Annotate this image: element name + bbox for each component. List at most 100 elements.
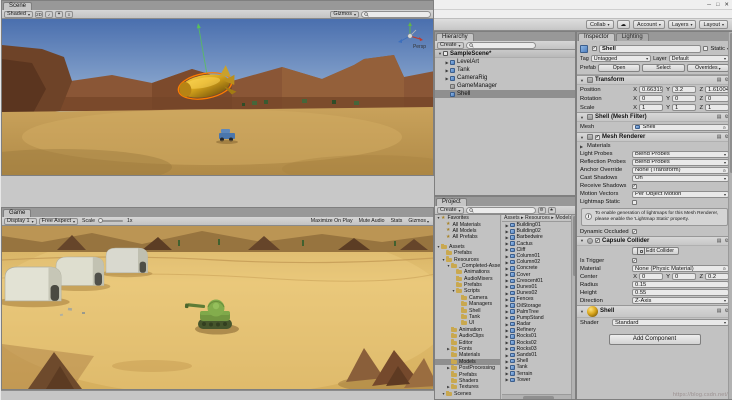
caret-down-icon[interactable]: ▾ — [724, 160, 726, 165]
foldout-open-icon[interactable]: ▼ — [580, 78, 585, 83]
tab-game[interactable]: Game — [3, 209, 31, 217]
prefab-select-button[interactable]: Select — [642, 64, 684, 72]
window-maximize-button[interactable]: □ — [716, 2, 719, 8]
foldout-open-icon[interactable]: ▼ — [580, 309, 585, 314]
anchor-override-field[interactable]: None (Transform)⊙ — [632, 167, 729, 174]
mesh-object-field[interactable]: Shell⊙ — [632, 124, 729, 131]
asset-tower[interactable]: ▶Tower — [502, 377, 575, 383]
scrollbar-thumb[interactable] — [523, 396, 554, 400]
scrollbar-thumb[interactable] — [573, 216, 576, 276]
center-y-field[interactable]: 0 — [672, 273, 696, 280]
hierarchy-item-gamemanager[interactable]: GameManager — [435, 82, 575, 90]
2d-toggle[interactable]: 2D — [35, 11, 43, 18]
direction-dropdown[interactable]: Z-Axis▾ — [632, 297, 729, 304]
project-favorites-icon[interactable]: ★ — [548, 207, 556, 214]
aspect-dropdown[interactable]: Free Aspect▾ — [39, 218, 78, 225]
shading-mode-dropdown[interactable]: Shaded▾ — [4, 11, 33, 18]
docs-icon[interactable]: ▤ — [717, 238, 722, 244]
scale-slider[interactable] — [99, 220, 123, 222]
shader-dropdown[interactable]: Standard▾ — [612, 319, 729, 326]
project-folder-scenes[interactable]: ▼Scenes — [435, 391, 500, 397]
center-z-field[interactable]: 0.2 — [705, 273, 729, 280]
position-x-field[interactable]: 0.663194 — [639, 86, 663, 93]
motion-vectors-dropdown[interactable]: Per Object Motion▾ — [632, 191, 729, 198]
component-enabled-checkbox[interactable]: ✓ — [595, 238, 600, 243]
docs-icon[interactable]: ▤ — [717, 134, 722, 140]
edit-collider-button[interactable]: Edit Collider — [632, 247, 679, 255]
position-y-field[interactable]: 3.2 — [672, 86, 696, 93]
docs-icon[interactable]: ▤ — [717, 114, 722, 120]
caret-down-icon[interactable]: ▾ — [724, 176, 726, 181]
scale-z-field[interactable]: 1 — [705, 104, 729, 111]
tab-inspector[interactable]: Inspector — [578, 33, 615, 41]
project-vertical-scrollbar[interactable] — [571, 215, 575, 399]
object-picker-icon[interactable]: ⊙ — [723, 125, 726, 130]
tab-lighting[interactable]: Lighting — [616, 33, 649, 41]
lightmap-static-checkbox[interactable] — [632, 200, 637, 205]
hierarchy-item-samplescene[interactable]: ▼SampleScene* — [435, 50, 575, 58]
stats-toggle[interactable]: Stats — [389, 218, 405, 224]
rotation-z-field[interactable]: 0 — [705, 95, 729, 102]
maximize-on-play-toggle[interactable]: Maximize On Play — [309, 218, 355, 224]
layer-dropdown[interactable]: Default▾ — [669, 55, 729, 62]
docs-icon[interactable]: ▤ — [717, 308, 722, 314]
cloud-button[interactable]: ☁ — [617, 20, 631, 29]
component-enabled-checkbox[interactable]: ✓ — [595, 135, 600, 140]
gizmo-visibility-toggle[interactable]: ≡ — [65, 11, 73, 18]
object-picker-icon[interactable]: ⊙ — [723, 168, 726, 173]
rotation-x-field[interactable]: 0 — [639, 95, 663, 102]
radius-field[interactable]: 0.15 — [632, 281, 729, 288]
hierarchy-search-input[interactable] — [466, 42, 536, 49]
scale-x-field[interactable]: 1 — [639, 104, 663, 111]
tag-dropdown[interactable]: Untagged▾ — [591, 55, 651, 62]
project-breadcrumb[interactable]: Assets ▸ Resources ▸ Models — [502, 215, 575, 222]
object-picker-icon[interactable]: ⊙ — [723, 266, 726, 271]
hierarchy-item-tank[interactable]: ▶Tank — [435, 66, 575, 74]
rotation-y-field[interactable]: 0 — [672, 95, 696, 102]
layout-button[interactable]: Layout▾ — [699, 20, 728, 29]
game-gizmos-dropdown[interactable]: Gizmos▾ — [406, 218, 431, 224]
capsule-collider-header[interactable]: ▼ ✓ Capsule Collider ▤⚙ — [577, 236, 732, 246]
display-dropdown[interactable]: Display 1▾ — [4, 218, 37, 225]
tab-hierarchy[interactable]: Hierarchy — [436, 33, 474, 41]
persp-label[interactable]: Persp — [413, 44, 426, 50]
static-checkbox[interactable] — [703, 46, 708, 51]
cast-shadows-dropdown[interactable]: On▾ — [632, 175, 729, 182]
prefab-overrides-button[interactable]: Overrides▾ — [687, 64, 729, 72]
project-settings-icon[interactable]: ⚙ — [538, 207, 546, 214]
window-minimize-button[interactable]: ─ — [707, 2, 711, 8]
foldout-open-icon[interactable]: ▼ — [580, 238, 585, 243]
position-z-field[interactable]: 1.610044 — [705, 86, 729, 93]
dynamic-occluded-checkbox[interactable]: ✓ — [632, 229, 637, 234]
window-close-button[interactable]: ✕ — [724, 2, 729, 8]
light-probes-dropdown[interactable]: Blend Probes▾ — [632, 151, 729, 158]
project-create-button[interactable]: Create▾ — [437, 207, 464, 214]
hierarchy-item-camerarig[interactable]: ▶CameraRig — [435, 74, 575, 82]
transform-header[interactable]: ▼ Transform ▤⚙ — [577, 75, 732, 85]
receive-shadows-checkbox[interactable]: ✓ — [632, 184, 637, 189]
scale-slider-thumb[interactable] — [98, 218, 103, 223]
layers-button[interactable]: Layers▾ — [668, 20, 697, 29]
mute-audio-toggle[interactable]: Mute Audio — [357, 218, 387, 224]
center-x-field[interactable]: 0 — [639, 273, 663, 280]
height-field[interactable]: 0.55 — [632, 289, 729, 296]
game-viewport[interactable] — [2, 226, 433, 389]
scene-effects-dropdown[interactable]: ✦ — [55, 11, 63, 18]
reflection-probes-dropdown[interactable]: Blend Probes▾ — [632, 159, 729, 166]
scene-viewport[interactable]: Persp — [2, 19, 433, 175]
inspector-scrollbar[interactable] — [728, 32, 732, 399]
tab-scene[interactable]: Scene — [3, 2, 32, 10]
docs-icon[interactable]: ▤ — [717, 77, 722, 83]
foldout-open-icon[interactable]: ▼ — [580, 135, 585, 140]
materials-foldout[interactable]: Materials — [587, 143, 611, 149]
material-preview-sphere[interactable] — [587, 306, 598, 317]
foldout-closed-icon[interactable]: ▶ — [580, 144, 585, 149]
mesh-filter-header[interactable]: ▼ Shell (Mesh Filter) ▤⚙ — [577, 112, 732, 122]
add-component-button[interactable]: Add Component — [609, 334, 701, 345]
active-checkbox[interactable]: ✓ — [592, 46, 597, 51]
collab-button[interactable]: Collab▾ — [586, 20, 614, 29]
account-button[interactable]: Account▾ — [633, 20, 665, 29]
tab-project[interactable]: Project — [436, 198, 467, 206]
hierarchy-create-button[interactable]: Create▾ — [437, 42, 464, 49]
material-header[interactable]: ▼ Shell ▤⚙ — [577, 305, 732, 318]
